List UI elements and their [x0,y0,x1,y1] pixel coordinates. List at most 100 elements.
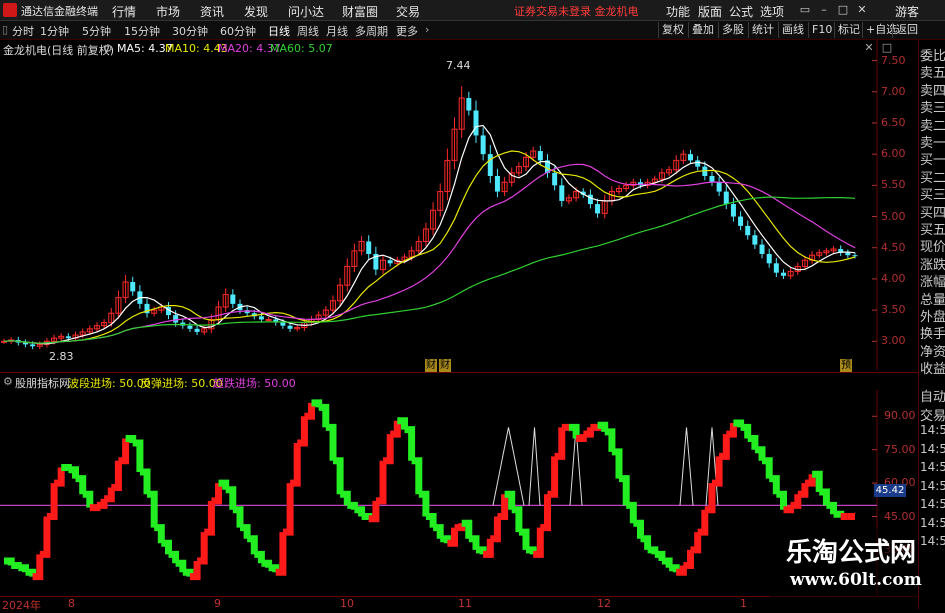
tab-30min[interactable]: 30分钟 [172,23,208,39]
menu-discover[interactable]: 发现 [244,3,268,20]
quote-field-label: 卖四 [920,83,945,99]
close-icon[interactable]: ✕ [854,2,870,17]
finance-marker[interactable]: 财 [425,359,437,372]
back-button[interactable]: 返回 [892,22,921,38]
tab-15min[interactable]: 15分钟 [124,23,160,39]
indicator-step-down [476,546,487,555]
trade-login-notice[interactable]: 证券交易未登录 金龙机电 [514,3,639,19]
candle-down [852,255,858,257]
quote-field-label: 买一 [920,153,945,169]
x-label-oct: 10 [340,597,354,610]
guest-login[interactable]: 游客 [895,3,919,20]
skin-icon[interactable]: ▭ [797,2,813,17]
menu-trade[interactable]: 交易 [396,3,420,20]
tab-monthly[interactable]: 月线 [326,23,348,39]
candle-down [595,204,601,214]
indicator-step-down [333,457,344,495]
candle-down [709,175,715,183]
indicator-step-down [168,550,180,564]
price-chart[interactable] [0,40,918,370]
auto-trade-label[interactable]: 交易 [920,405,945,424]
tab-5min[interactable]: 5分钟 [82,23,111,39]
tab-strip-icon[interactable]: ▯ [2,23,8,36]
indicator-step-down [25,568,37,577]
maximize-icon[interactable]: □ [835,2,851,17]
indicator-current-value: 45.42 [874,484,906,497]
quote-field-label: 委比 [920,49,945,64]
menu-news[interactable]: 资讯 [200,3,224,20]
indicator-step-up [368,500,380,523]
menu-formula[interactable]: 公式 [729,3,753,20]
menu-wealth-circle[interactable]: 财富圈 [342,3,378,20]
menu-options[interactable]: 选项 [760,3,784,20]
indicator-step-down [433,524,444,539]
candle-down [738,216,744,226]
chevron-right-icon[interactable]: › [425,23,429,36]
draw-line-button[interactable]: 画线 [778,22,807,38]
candle-down [130,282,136,292]
menu-functions[interactable]: 功能 [666,3,690,20]
candle-down [287,325,293,329]
tab-multi-period[interactable]: 多周期 [355,23,388,39]
indicator-step-down [132,439,144,472]
indicator-step-up [39,516,51,558]
indicator-step-down [318,403,330,428]
x-label-dec: 12 [597,597,611,610]
candle-down [194,328,200,332]
candle-down [780,272,786,276]
indicator-step-down [654,550,666,561]
indicator-step-down [232,506,244,528]
x-label-sep: 9 [214,597,221,610]
ma10-line [3,150,856,344]
indicator-tick-label: 90.00 [884,409,916,423]
indicator-step-up [211,483,222,505]
watermark-url: www.60lt.com [790,570,922,590]
adjust-price-button[interactable]: 复权 [658,22,687,38]
ma60-line [3,196,856,344]
indicator-step-up [690,532,702,554]
tab-60min[interactable]: 60分钟 [220,23,256,39]
tab-intraday[interactable]: 分时 [12,23,34,39]
indicator-step-down [425,513,437,528]
overlay-button[interactable]: 叠加 [688,22,717,38]
minimize-icon[interactable]: – [816,2,832,17]
indicator-step-down [347,501,358,510]
tab-daily[interactable]: 日线 [268,23,290,39]
auto-trade-label[interactable]: 自动 [920,386,945,405]
mark-button[interactable]: 标记 [834,22,863,38]
candle-down [695,160,701,167]
menu-market[interactable]: 市场 [156,3,180,20]
indicator-step-up [89,504,101,512]
tab-1min[interactable]: 1分钟 [40,23,69,39]
indicator-step-down [604,428,616,452]
tab-more[interactable]: 更多 [396,23,418,39]
app-name: 通达信金融终端 [21,5,98,18]
forecast-marker[interactable]: 预 [840,359,852,372]
indicator-step-up [719,434,730,460]
indicator-step-down [261,559,273,568]
tab-weekly[interactable]: 周线 [297,23,319,39]
indicator-step-down [182,568,194,577]
indicator-step-up [683,549,694,569]
indicator-step-down [254,550,265,564]
indicator-step-down [4,557,15,566]
candle-down [716,182,722,192]
oversold-entry-label: 超跌进场: 50.00 [213,377,296,390]
menu-ask-xiaoda[interactable]: 问小达 [288,3,324,20]
menu-market-quotes[interactable]: 行情 [112,3,136,20]
finance-marker-2[interactable]: 财 [439,359,451,372]
indicator-step-down [225,486,237,510]
candle-down [773,263,779,273]
indicator-step-up [490,516,501,543]
tick-time-label: 14:56 [920,515,945,530]
indicator-step-up [46,483,58,520]
f10-button[interactable]: F10 [808,22,835,38]
tick-time-label: 14:56 [920,441,945,456]
candle-down [387,260,393,264]
indicator-gear-icon[interactable]: ⚙ [3,375,13,388]
price-tick-label: 3.00 [881,334,906,348]
statistics-button[interactable]: 统计 [748,22,777,38]
menu-layout[interactable]: 版面 [698,3,722,20]
title-bar: 通达信金融终端 行情 市场 资讯 发现 问小达 财富圈 交易 证券交易未登录 金… [0,0,945,21]
multi-stock-button[interactable]: 多股 [718,22,747,38]
